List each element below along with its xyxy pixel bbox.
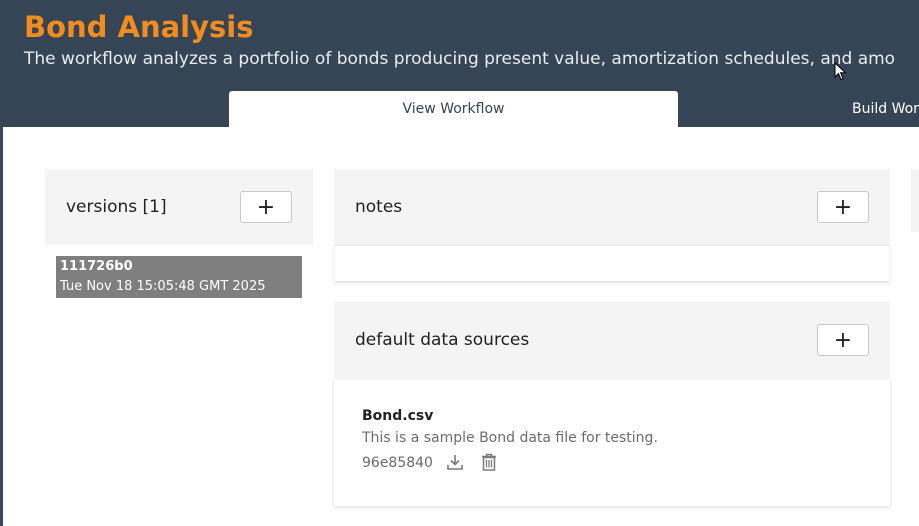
notes-title: notes bbox=[355, 197, 403, 217]
data-source-card: Bond.csv This is a sample Bond data file… bbox=[334, 380, 890, 506]
data-sources-panel-header: default data sources + bbox=[334, 302, 890, 378]
notes-panel-header: notes + bbox=[334, 169, 890, 245]
data-source-hash: 96e85840 bbox=[362, 455, 433, 471]
version-item[interactable]: 111726b0 Tue Nov 18 15:05:48 GMT 2025 bbox=[56, 256, 302, 298]
add-data-source-button[interactable]: + bbox=[817, 324, 869, 356]
frame-edge bbox=[0, 127, 3, 526]
page-subtitle: The workflow analyzes a portfolio of bon… bbox=[24, 49, 896, 69]
data-source-name: Bond.csv bbox=[362, 408, 434, 424]
download-icon[interactable] bbox=[444, 451, 466, 473]
data-sources-title: default data sources bbox=[355, 330, 530, 350]
tab-view-workflow[interactable]: View Workflow bbox=[229, 91, 678, 127]
versions-panel-header: versions [1] + bbox=[45, 169, 313, 245]
tab-build-workflow[interactable]: Build Wor bbox=[852, 91, 919, 127]
data-source-description: This is a sample Bond data file for test… bbox=[362, 430, 658, 446]
add-version-button[interactable]: + bbox=[240, 191, 292, 223]
header-bar: Bond Analysis The workflow analyzes a po… bbox=[0, 0, 919, 127]
trash-icon[interactable] bbox=[478, 451, 500, 473]
version-id: 111726b0 bbox=[60, 259, 133, 274]
page-title: Bond Analysis bbox=[24, 10, 254, 44]
mouse-cursor-icon bbox=[834, 62, 847, 81]
version-date: Tue Nov 18 15:05:48 GMT 2025 bbox=[60, 279, 266, 294]
versions-title: versions [1] bbox=[66, 197, 167, 217]
notes-body bbox=[334, 245, 890, 281]
next-panel-edge bbox=[911, 169, 919, 232]
add-note-button[interactable]: + bbox=[817, 191, 869, 223]
